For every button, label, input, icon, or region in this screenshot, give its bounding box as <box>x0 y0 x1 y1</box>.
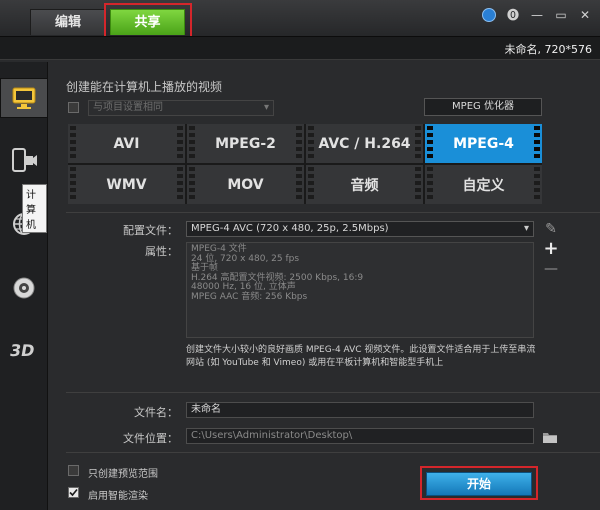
props-label: 属性： <box>145 245 178 258</box>
minimize-icon[interactable]: — <box>530 8 544 22</box>
prop-line: MPEG AAC 音频: 256 Kbps <box>191 291 308 302</box>
computer-icon <box>12 87 36 109</box>
prop-line: 24 位, 720 x 480, 25 fps <box>191 253 300 264</box>
project-bar: 未命名, 720*576 <box>0 36 600 60</box>
panel-heading: 创建能在计算机上播放的视频 <box>66 80 223 94</box>
check-icon <box>69 488 78 497</box>
close-icon[interactable]: ✕ <box>578 8 592 22</box>
filename-input[interactable]: 未命名 <box>186 402 534 418</box>
preview-only-checkbox[interactable] <box>68 465 79 476</box>
format-mpeg2[interactable]: MPEG-2 <box>187 124 304 163</box>
help-icon[interactable]: ⓿ <box>506 6 520 23</box>
chevron-down-icon: ▾ <box>263 102 269 113</box>
3d-icon: 3D <box>10 341 36 360</box>
divider <box>66 452 600 453</box>
format-mpeg4[interactable]: MPEG-4 <box>425 124 542 163</box>
same-as-project-checkbox[interactable] <box>68 102 79 113</box>
config-select-value: MPEG-4 AVC (720 x 480, 25p, 2.5Mbps) <box>191 223 389 234</box>
disc-icon <box>13 277 35 299</box>
sidebar-item-3d[interactable]: 3D <box>4 330 44 370</box>
3d-label: 3D <box>10 341 36 360</box>
sidebar-item-computer[interactable] <box>0 78 48 118</box>
divider <box>66 392 600 393</box>
sidebar-tooltip: 计算机 <box>22 184 47 233</box>
properties-box: MPEG-4 文件 24 位, 720 x 480, 25 fps 基于帧 H.… <box>186 242 534 338</box>
profile-description: 创建文件大小较小的良好画质 MPEG-4 AVC 视频文件。此设置文件适合用于上… <box>186 345 536 368</box>
format-audio[interactable]: 音频 <box>306 165 423 204</box>
add-icon[interactable]: + <box>543 240 558 258</box>
location-label: 文件位置： <box>123 432 178 445</box>
divider <box>66 212 600 213</box>
config-label: 配置文件： <box>123 224 178 237</box>
mpeg-optimizer-button[interactable]: MPEG 优化器 <box>424 98 542 116</box>
sidebar: 3D 计算机 <box>0 62 48 510</box>
format-avi[interactable]: AVI <box>68 124 185 163</box>
smart-render-label: 启用智能渲染 <box>88 491 148 502</box>
pencil-icon[interactable]: ✎ <box>545 222 557 236</box>
share-panel: 创建能在计算机上播放的视频 与项目设置相同 ▾ MPEG 优化器 AVI MPE… <box>52 62 600 510</box>
config-select[interactable]: MPEG-4 AVC (720 x 480, 25p, 2.5Mbps) ▾ <box>186 221 534 237</box>
profile-select[interactable]: 与项目设置相同 ▾ <box>88 100 274 116</box>
start-button[interactable]: 开始 <box>426 472 532 496</box>
folder-icon[interactable] <box>542 430 558 444</box>
format-custom[interactable]: 自定义 <box>425 165 542 204</box>
tab-share[interactable]: 共享 <box>110 9 185 35</box>
config-tools: ✎ + — <box>543 222 558 276</box>
format-mov[interactable]: MOV <box>187 165 304 204</box>
chevron-down-icon: ▾ <box>523 223 529 234</box>
device-icon <box>12 148 37 172</box>
format-grid: AVI MPEG-2 AVC / H.264 MPEG-4 WMV MOV 音频… <box>68 124 542 204</box>
project-info: 未命名, 720*576 <box>504 43 592 56</box>
globe-icon[interactable] <box>482 7 496 22</box>
remove-icon[interactable]: — <box>544 262 558 276</box>
window-controls: ⓿ — ▭ ✕ <box>482 6 592 23</box>
top-bar: 编辑 共享 ⓿ — ▭ ✕ <box>0 0 600 40</box>
smart-render-checkbox[interactable] <box>68 487 79 498</box>
tab-edit[interactable]: 编辑 <box>30 9 106 35</box>
sidebar-item-disc[interactable] <box>4 268 44 308</box>
location-input[interactable]: C:\Users\Administrator\Desktop\ <box>186 428 534 444</box>
profile-select-value: 与项目设置相同 <box>93 102 163 113</box>
preview-only-label: 只创建预览范围 <box>88 469 158 480</box>
restore-icon[interactable]: ▭ <box>554 8 568 22</box>
format-avc-h264[interactable]: AVC / H.264 <box>306 124 423 163</box>
format-wmv[interactable]: WMV <box>68 165 185 204</box>
filename-label: 文件名： <box>134 406 178 419</box>
sidebar-item-device[interactable] <box>4 140 44 180</box>
